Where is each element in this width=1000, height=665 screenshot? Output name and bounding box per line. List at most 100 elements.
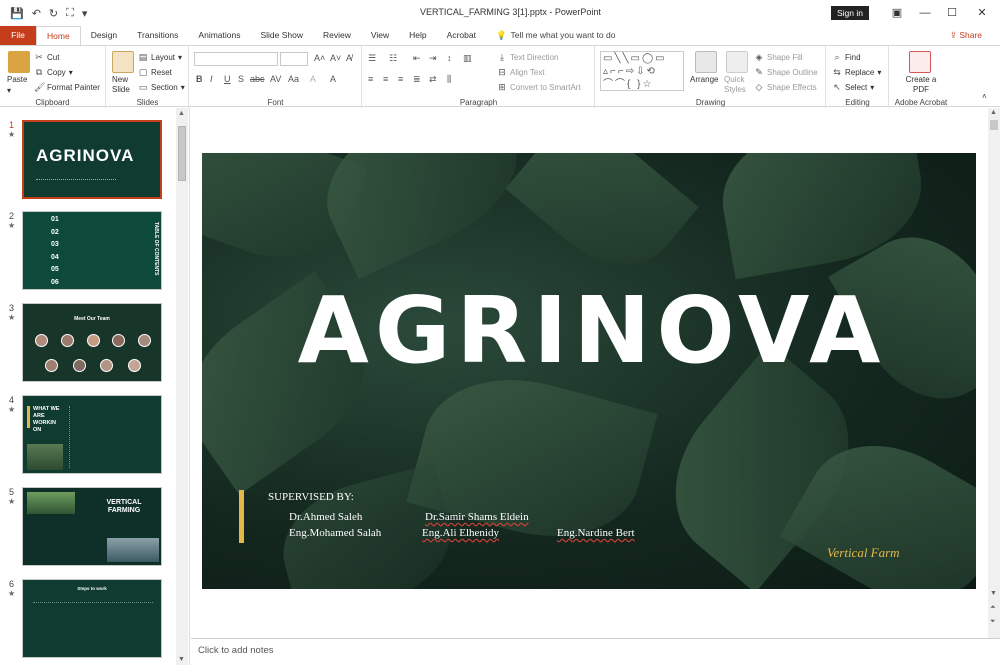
tab-home[interactable]: Home xyxy=(36,26,81,45)
font-color-icon[interactable]: A xyxy=(330,74,336,84)
highlight-icon[interactable]: A xyxy=(310,74,316,84)
reset-button[interactable]: ▢ Reset xyxy=(138,67,172,77)
maximize-button[interactable]: ☐ xyxy=(942,4,962,22)
qat-dropdown-icon[interactable]: ▾ xyxy=(82,7,88,20)
current-slide[interactable]: AGRINOVA SUPERVISED BY: Dr.Ahmed Saleh D… xyxy=(202,153,976,589)
scroll-up-icon[interactable]: ▲ xyxy=(990,109,997,116)
editor-scrollbar[interactable]: ▲ ▼ ⏶ ⏷ xyxy=(988,108,1000,638)
cut-button[interactable]: ✂ Cut xyxy=(34,52,59,62)
start-slideshow-icon[interactable]: ⛶ xyxy=(66,7,74,20)
font-name-box[interactable] xyxy=(194,52,278,66)
new-slide-button[interactable]: New Slide xyxy=(112,75,134,95)
thumbnail-scrollbar[interactable]: ▲ ▼ xyxy=(176,108,188,665)
supervisor-name[interactable]: Dr.Samir Shams Eldein xyxy=(425,511,529,523)
slide-tagline[interactable]: Vertical Farm xyxy=(827,545,900,561)
italic-icon[interactable]: I xyxy=(210,74,213,84)
convert-smartart-button[interactable]: ⊞ Convert to SmartArt xyxy=(497,82,580,92)
text-direction-button[interactable]: ⤓ Text Direction xyxy=(497,52,558,62)
tab-transitions[interactable]: Transitions xyxy=(127,26,188,45)
redo-icon[interactable]: ↻ xyxy=(49,7,58,20)
tab-design[interactable]: Design xyxy=(81,26,127,45)
undo-icon[interactable]: ↶ xyxy=(32,7,41,20)
new-slide-icon[interactable] xyxy=(112,51,134,73)
tab-view[interactable]: View xyxy=(361,26,399,45)
tab-acrobat[interactable]: Acrobat xyxy=(437,26,486,45)
tab-slide-show[interactable]: Slide Show xyxy=(250,26,313,45)
thumbnail-slide-5[interactable]: VERTICAL FARMING xyxy=(22,487,162,566)
align-text-button[interactable]: ⊟ Align Text xyxy=(497,67,544,77)
scroll-up-icon[interactable]: ▲ xyxy=(178,110,185,117)
tell-me-search[interactable]: 💡 Tell me what you want to do xyxy=(486,26,615,45)
arrange-button[interactable]: Arrange xyxy=(690,75,718,84)
supervisor-name[interactable]: Eng.Mohamed Salah xyxy=(289,527,381,539)
shape-effects-button[interactable]: ◇ Shape Effects xyxy=(754,82,817,92)
thumbnail-slide-4[interactable]: WHAT WE ARE WORKIN ON xyxy=(22,395,162,474)
change-case-icon[interactable]: Aa xyxy=(288,74,299,84)
bullets-icon[interactable]: ☰ xyxy=(368,53,376,64)
quick-styles-icon[interactable] xyxy=(726,51,748,73)
scroll-down-icon[interactable]: ▼ xyxy=(178,656,185,663)
shape-outline-button[interactable]: ✎ Shape Outline xyxy=(754,67,817,77)
align-right-icon[interactable]: ≡ xyxy=(398,74,403,84)
justify-icon[interactable]: ≣ xyxy=(413,74,421,85)
section-button[interactable]: ▭ Section ▾ xyxy=(138,82,185,92)
text-direction-rtl-icon[interactable]: ⇄ xyxy=(429,74,437,85)
scroll-thumb[interactable] xyxy=(178,126,186,181)
char-spacing-icon[interactable]: AV xyxy=(270,74,281,84)
shape-fill-button[interactable]: ◈ Shape Fill xyxy=(754,52,803,62)
font-size-box[interactable] xyxy=(280,52,308,66)
close-button[interactable]: ✕ xyxy=(972,4,992,22)
supervisor-name[interactable]: Eng.Nardine Bert xyxy=(557,527,635,539)
sign-in-button[interactable]: Sign in xyxy=(831,6,869,20)
notes-pane[interactable]: Click to add notes xyxy=(191,638,1000,665)
increase-font-icon[interactable]: A˄ xyxy=(314,53,325,63)
previous-slide-icon[interactable]: ⏶ xyxy=(990,604,996,612)
find-button[interactable]: ⌕ Find xyxy=(832,52,860,62)
collapse-ribbon-icon[interactable]: ˄ xyxy=(982,92,987,101)
column-spacing-icon[interactable]: ⫼ xyxy=(447,74,451,85)
align-center-icon[interactable]: ≡ xyxy=(383,74,388,84)
pdf-icon[interactable] xyxy=(909,51,931,73)
supervisor-name[interactable]: Eng.Ali Elhenidy xyxy=(422,527,499,539)
create-pdf-button[interactable]: Create a PDF xyxy=(904,75,938,95)
quick-styles-button[interactable]: Quick Styles xyxy=(724,75,752,95)
replace-button[interactable]: ⇆ Replace ▾ xyxy=(832,67,881,77)
bold-icon[interactable]: B xyxy=(196,74,203,84)
paste-dropdown-icon[interactable]: ▾ xyxy=(7,86,11,95)
clear-format-icon[interactable]: A̸ xyxy=(346,53,352,63)
arrange-icon[interactable] xyxy=(695,51,717,73)
line-spacing-icon[interactable]: ↕ xyxy=(447,53,452,63)
align-left-icon[interactable]: ≡ xyxy=(368,74,373,84)
select-button[interactable]: ↖ Select ▾ xyxy=(832,82,874,92)
numbering-icon[interactable]: ☷ xyxy=(389,53,397,64)
scroll-down-icon[interactable]: ▼ xyxy=(990,590,997,597)
supervised-by-label[interactable]: SUPERVISED BY: xyxy=(268,491,354,503)
slide-title[interactable]: AGRINOVA xyxy=(272,281,912,381)
tab-review[interactable]: Review xyxy=(313,26,361,45)
tab-animations[interactable]: Animations xyxy=(188,26,250,45)
minimize-button[interactable]: — xyxy=(915,4,935,22)
tab-help[interactable]: Help xyxy=(399,26,436,45)
shapes-gallery[interactable]: ▭╲╲▭◯▭ ▵⌐⌐⇨⇩⟲ ⌒⌒{ }☆ xyxy=(600,51,684,91)
thumbnail-slide-3[interactable]: Meet Our Team xyxy=(22,303,162,382)
tab-file[interactable]: File xyxy=(0,26,36,45)
strikethrough-icon[interactable]: abc xyxy=(250,74,265,84)
ribbon-display-options-icon[interactable]: ▣ xyxy=(887,4,907,22)
copy-button[interactable]: ⧉ Copy ▾ xyxy=(34,67,73,77)
columns-icon[interactable]: ▥ xyxy=(463,53,472,64)
scroll-thumb[interactable] xyxy=(990,120,998,130)
save-icon[interactable]: 💾 xyxy=(10,7,24,20)
underline-icon[interactable]: U xyxy=(224,74,231,84)
next-slide-icon[interactable]: ⏷ xyxy=(990,618,996,626)
layout-button[interactable]: ▤ Layout ▾ xyxy=(138,52,182,62)
shadow-icon[interactable]: S xyxy=(238,74,244,84)
paste-icon[interactable] xyxy=(8,51,30,73)
thumbnail-slide-6[interactable]: Steps to work xyxy=(22,579,162,658)
increase-indent-icon[interactable]: ⇥ xyxy=(429,53,437,64)
format-painter-button[interactable]: 🖌 Format Painter xyxy=(34,82,100,92)
decrease-indent-icon[interactable]: ⇤ xyxy=(413,53,421,64)
supervisor-name[interactable]: Dr.Ahmed Saleh xyxy=(289,511,362,523)
decrease-font-icon[interactable]: A˅ xyxy=(330,53,341,63)
share-button[interactable]: ⇪ Share xyxy=(950,26,982,45)
thumbnail-slide-1[interactable]: AGRINOVA xyxy=(22,120,162,199)
